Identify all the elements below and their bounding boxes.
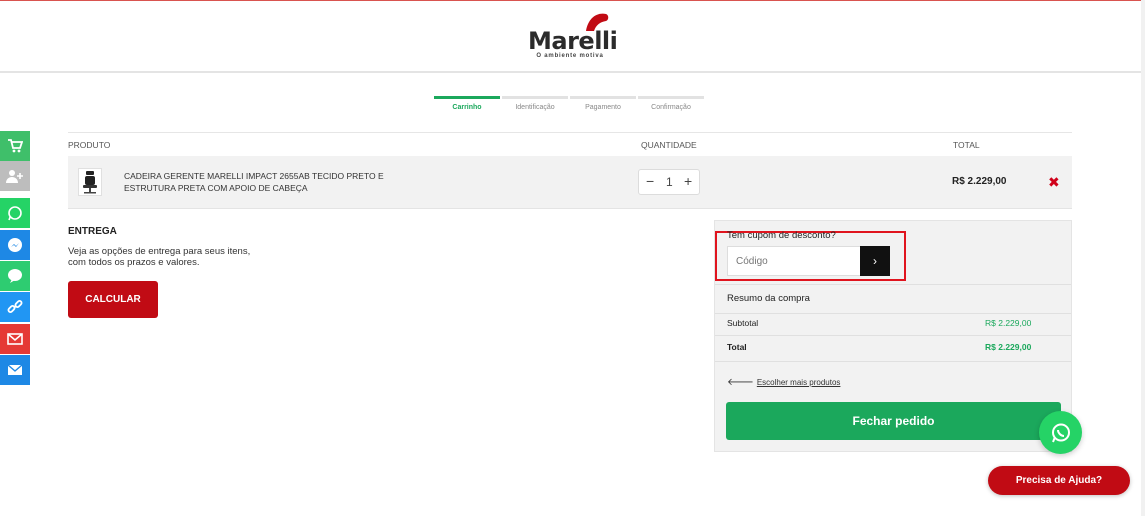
side-newsletter-button[interactable] [0, 355, 30, 385]
checkout-button[interactable]: Fechar pedido [726, 402, 1061, 440]
subtotal-label: Subtotal [727, 318, 759, 328]
chevron-right-icon: › [873, 254, 877, 268]
remove-item-button[interactable]: ✖ [1048, 174, 1060, 191]
step-identificacao: Identificação [502, 96, 568, 116]
step-label: Confirmação [651, 104, 691, 111]
calculate-shipping-button[interactable]: CALCULAR [68, 281, 158, 318]
quantity-stepper: − 1 + [638, 169, 700, 195]
office-chair-icon [83, 171, 97, 194]
chat-icon [8, 269, 22, 283]
decrease-quantity-button[interactable]: − [646, 173, 654, 189]
summary-divider [715, 335, 1071, 336]
cart-table-header: PRODUTO QUANTIDADE TOTAL [68, 132, 1072, 156]
site-header: Marelli O ambiente motiva [0, 1, 1145, 73]
side-whatsapp-button[interactable] [0, 198, 30, 228]
whatsapp-icon [8, 206, 22, 221]
step-bar [434, 96, 500, 99]
header-quantity: QUANTIDADE [641, 140, 697, 150]
step-confirmacao: Confirmação [638, 96, 704, 116]
logo-tagline: O ambiente motiva [536, 53, 604, 59]
side-cart-button[interactable] [0, 131, 30, 161]
page-scrollbar[interactable] [1141, 0, 1145, 516]
step-label: Pagamento [585, 104, 621, 111]
arrow-left-icon: 🡐 [727, 377, 754, 388]
whatsapp-icon [1051, 423, 1070, 442]
link-icon [7, 300, 23, 313]
more-products-label: Escolher mais produtos [756, 378, 841, 387]
cart-icon [8, 139, 23, 153]
side-link-button[interactable] [0, 292, 30, 322]
coupon-input[interactable] [727, 246, 861, 276]
side-email-button[interactable] [0, 324, 30, 354]
coupon-submit-button[interactable]: › [860, 246, 890, 276]
side-messenger-button[interactable] [0, 230, 30, 260]
close-x-icon: ✖ [1048, 174, 1060, 190]
add-user-icon [6, 170, 23, 183]
choose-more-products-link[interactable]: 🡐 Escolher mais produtos [727, 376, 840, 388]
total-label: Total [727, 342, 747, 352]
mail-icon [7, 333, 23, 345]
marelli-logo[interactable]: Marelli O ambiente motiva [528, 11, 618, 63]
whatsapp-float-button[interactable] [1039, 411, 1082, 454]
step-bar [570, 96, 636, 99]
summary-divider [715, 313, 1071, 314]
help-button[interactable]: Precisa de Ajuda? [988, 466, 1130, 495]
total-value: R$ 2.229,00 [985, 342, 1032, 352]
summary-divider [715, 361, 1071, 362]
quantity-value[interactable]: 1 [666, 175, 673, 189]
step-bar [502, 96, 568, 99]
summary-divider [715, 284, 1071, 285]
header-total: TOTAL [953, 140, 980, 150]
side-add-user-button[interactable] [0, 161, 30, 191]
step-label: Identificação [515, 104, 555, 111]
table-row: CADEIRA GERENTE MARELLI IMPACT 2655AB TE… [68, 156, 1072, 209]
delivery-title: ENTREGA [68, 226, 117, 237]
item-total: R$ 2.229,00 [952, 176, 1007, 187]
logo-wordmark: Marelli [528, 27, 618, 55]
product-thumbnail[interactable] [78, 168, 102, 196]
envelope-icon [7, 364, 23, 375]
step-pagamento: Pagamento [570, 96, 636, 116]
step-label: Carrinho [452, 104, 482, 111]
subtotal-value: R$ 2.229,00 [985, 318, 1032, 328]
summary-title: Resumo da compra [727, 293, 810, 304]
checkout-steps: Carrinho Identificação Pagamento Confirm… [434, 96, 704, 116]
side-chat-button[interactable] [0, 261, 30, 291]
header-product: PRODUTO [68, 140, 111, 150]
product-name[interactable]: CADEIRA GERENTE MARELLI IMPACT 2655AB TE… [124, 170, 414, 194]
step-carrinho: Carrinho [434, 96, 500, 116]
step-bar [638, 96, 704, 99]
increase-quantity-button[interactable]: + [684, 173, 692, 189]
delivery-description: Veja as opções de entrega para seus iten… [68, 246, 251, 268]
messenger-icon [8, 238, 22, 252]
coupon-label: Tem cupom de desconto? [727, 230, 836, 241]
